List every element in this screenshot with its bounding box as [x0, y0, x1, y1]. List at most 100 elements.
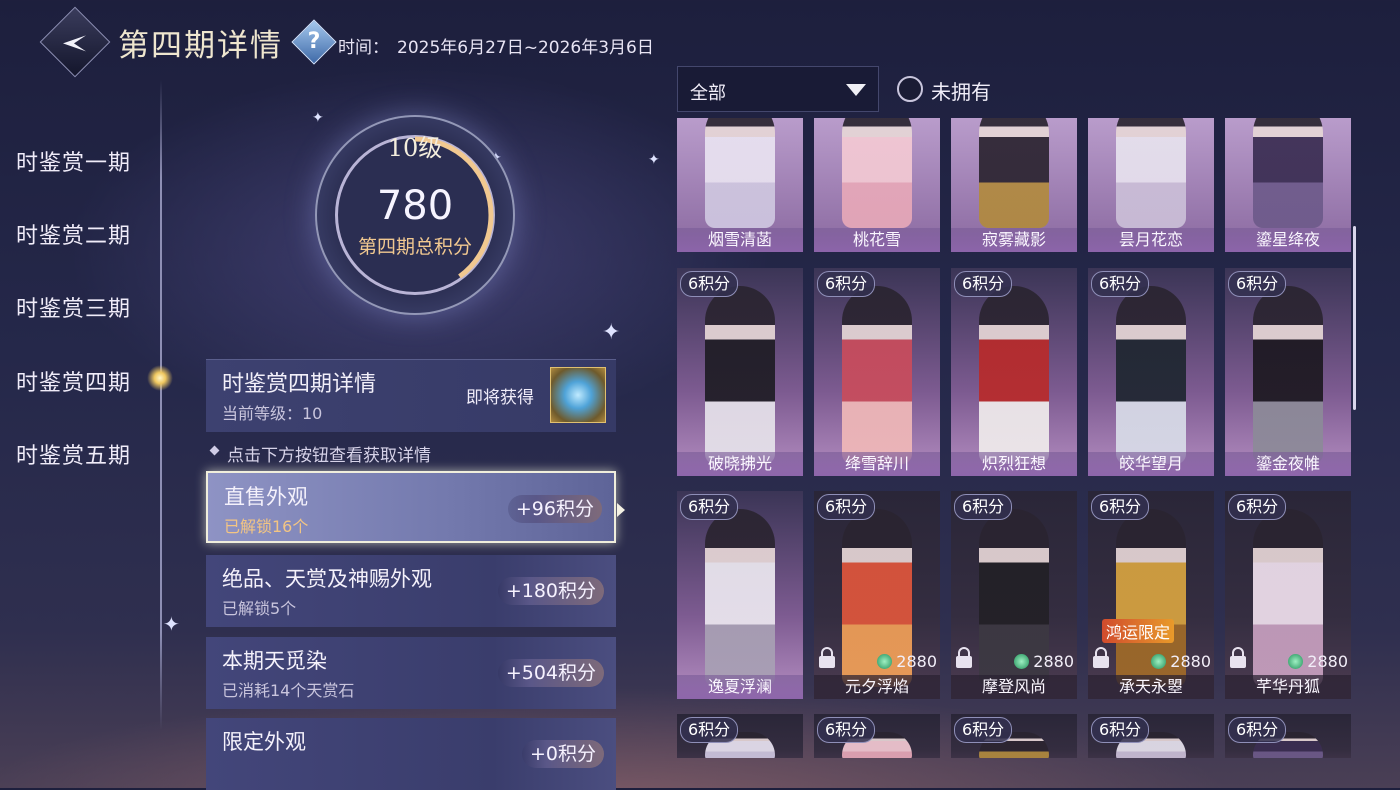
outfit-points-badge: 6积分	[1091, 717, 1150, 743]
source-title: 限定外观	[222, 730, 306, 754]
source-points: +180积分	[497, 577, 604, 605]
help-icon: ?	[307, 29, 321, 54]
outfit-card[interactable]: 6积分	[1225, 714, 1351, 758]
source-subtitle: 已消耗14个天赏石	[222, 681, 355, 700]
caret-down-icon	[846, 84, 866, 96]
outfit-points-badge: 6积分	[680, 494, 739, 520]
outfit-name: 芊华丹狐	[1225, 675, 1351, 699]
outfit-name: 鎏星绛夜	[1225, 228, 1351, 252]
active-star-icon	[147, 365, 173, 391]
outfit-card[interactable]: 鎏星绛夜	[1225, 118, 1351, 252]
scrollbar[interactable]	[1353, 226, 1356, 410]
sidebar-divider	[160, 80, 162, 730]
outfit-figure	[979, 286, 1049, 464]
outfit-card[interactable]: 6积分 皎华望月	[1088, 268, 1214, 476]
price-value: 2880	[896, 652, 937, 671]
outfit-figure	[842, 118, 912, 228]
sparkle-icon: ✦	[648, 152, 660, 168]
sidebar-item-period-3[interactable]: 时鉴赏三期	[16, 291, 131, 323]
source-row-limited[interactable]: 限定外观 +0积分	[206, 718, 616, 790]
outfit-price: 2880	[877, 652, 937, 671]
outfit-card[interactable]: 6积分 2880 摩登风尚	[951, 491, 1077, 699]
outfit-name: 元夕浮焰	[814, 675, 940, 699]
outfit-card[interactable]: 6积分	[677, 714, 803, 758]
lock-icon	[1093, 647, 1109, 668]
jade-currency-icon	[1288, 654, 1304, 669]
not-owned-label[interactable]: 未拥有	[931, 76, 991, 105]
outfit-card[interactable]: 6积分	[1088, 714, 1214, 758]
outfit-points-badge: 6积分	[954, 494, 1013, 520]
outfit-name: 桃花雪	[814, 228, 940, 252]
sidebar-item-period-4[interactable]: 时鉴赏四期	[16, 365, 131, 397]
period-detail-title: 时鉴赏四期详情	[222, 372, 377, 397]
outfit-card[interactable]: 6积分	[951, 714, 1077, 758]
outfit-name: 寂雾藏影	[951, 228, 1077, 252]
limited-badge: 鸿运限定	[1102, 619, 1175, 643]
not-owned-radio[interactable]	[897, 76, 923, 102]
jade-currency-icon	[877, 654, 893, 669]
selected-arrow-icon	[617, 503, 625, 517]
outfit-points-badge: 6积分	[817, 717, 876, 743]
outfit-name: 炽烈狂想	[951, 452, 1077, 476]
source-row-direct-sale[interactable]: 直售外观 已解锁16个 +96积分	[206, 471, 616, 543]
outfit-points-badge: 6积分	[1228, 271, 1287, 297]
outfit-points-badge: 6积分	[954, 271, 1013, 297]
outfit-price: 2880	[1288, 652, 1348, 671]
outfit-name: 鎏金夜帷	[1225, 452, 1351, 476]
outfit-name: 烟雪清菡	[677, 228, 803, 252]
category-dropdown[interactable]: 全部	[677, 66, 879, 112]
outfit-card[interactable]: 6积分 2880 芊华丹狐	[1225, 491, 1351, 699]
outfit-name: 摩登风尚	[951, 675, 1077, 699]
lock-icon	[1230, 647, 1246, 668]
outfit-card[interactable]: 6积分 鸿运限定 2880 承天永曌	[1088, 491, 1214, 699]
outfit-card[interactable]: 寂雾藏影	[951, 118, 1077, 252]
outfit-card[interactable]: 6积分炽烈狂想	[951, 268, 1077, 476]
back-button[interactable]	[39, 6, 111, 78]
outfit-card[interactable]: 烟雪清菡	[677, 118, 803, 252]
outfit-points-badge: 6积分	[680, 717, 739, 743]
jade-currency-icon	[1014, 654, 1030, 669]
outfit-figure	[705, 509, 775, 687]
outfit-name: 逸夏浮澜	[677, 675, 803, 699]
source-points: +0积分	[521, 740, 604, 768]
outfit-card[interactable]: 桃花雪	[814, 118, 940, 252]
hint-text: 点击下方按钮查看获取详情	[227, 446, 431, 466]
sparkle-icon: ✦	[163, 612, 180, 636]
help-button[interactable]: ?	[291, 19, 337, 65]
outfit-figure	[705, 118, 775, 228]
source-points: +96积分	[507, 495, 602, 523]
outfit-card[interactable]: 6积分逸夏浮澜	[677, 491, 803, 699]
time-range: 2025年6月27日~2026年3月6日	[397, 38, 654, 58]
source-row-dye[interactable]: 本期天觅染 已消耗14个天赏石 +504积分	[206, 637, 616, 709]
price-value: 2880	[1170, 652, 1211, 671]
outfit-price: 2880	[1151, 652, 1211, 671]
source-subtitle: 已解锁5个	[222, 599, 297, 618]
lock-icon	[819, 647, 835, 668]
outfit-figure	[1253, 118, 1323, 228]
source-row-premium[interactable]: 绝品、天赏及神赐外观 已解锁5个 +180积分	[206, 555, 616, 627]
outfit-name: 绛雪辞川	[814, 452, 940, 476]
upcoming-reward-icon[interactable]	[550, 367, 606, 423]
sidebar-item-period-1[interactable]: 时鉴赏一期	[16, 145, 131, 177]
sidebar-item-period-5[interactable]: 时鉴赏五期	[16, 438, 131, 470]
time-label: 时间：	[338, 38, 389, 58]
outfit-card[interactable]: 昙月花恋	[1088, 118, 1214, 252]
back-arrow-icon	[63, 35, 86, 52]
outfit-points-badge: 6积分	[1091, 494, 1150, 520]
outfit-figure	[1116, 118, 1186, 228]
outfit-card[interactable]: 6积分	[814, 714, 940, 758]
outfit-card[interactable]: 6积分 破晓拂光	[677, 268, 803, 476]
score-label: 第四期总积分	[357, 236, 472, 258]
outfit-points-badge: 6积分	[817, 271, 876, 297]
outfit-card[interactable]: 6积分绛雪辞川	[814, 268, 940, 476]
outfit-card[interactable]: 6积分 2880 元夕浮焰	[814, 491, 940, 699]
total-score: 780	[376, 183, 454, 229]
price-value: 2880	[1307, 652, 1348, 671]
outfit-points-badge: 6积分	[1228, 717, 1287, 743]
sidebar-item-period-2[interactable]: 时鉴赏二期	[16, 218, 131, 250]
outfit-card[interactable]: 6积分鎏金夜帷	[1225, 268, 1351, 476]
source-title: 本期天觅染	[222, 649, 327, 673]
outfit-points-badge: 6积分	[1091, 271, 1150, 297]
outfit-grid: 烟雪清菡 桃花雪 寂雾藏影 昙月花恋 鎏星绛夜 6积分 破晓拂光 6积分 绛雪辞川 6积分 炽烈狂想…	[677, 118, 1353, 758]
outfit-points-badge: 6积分	[954, 717, 1013, 743]
